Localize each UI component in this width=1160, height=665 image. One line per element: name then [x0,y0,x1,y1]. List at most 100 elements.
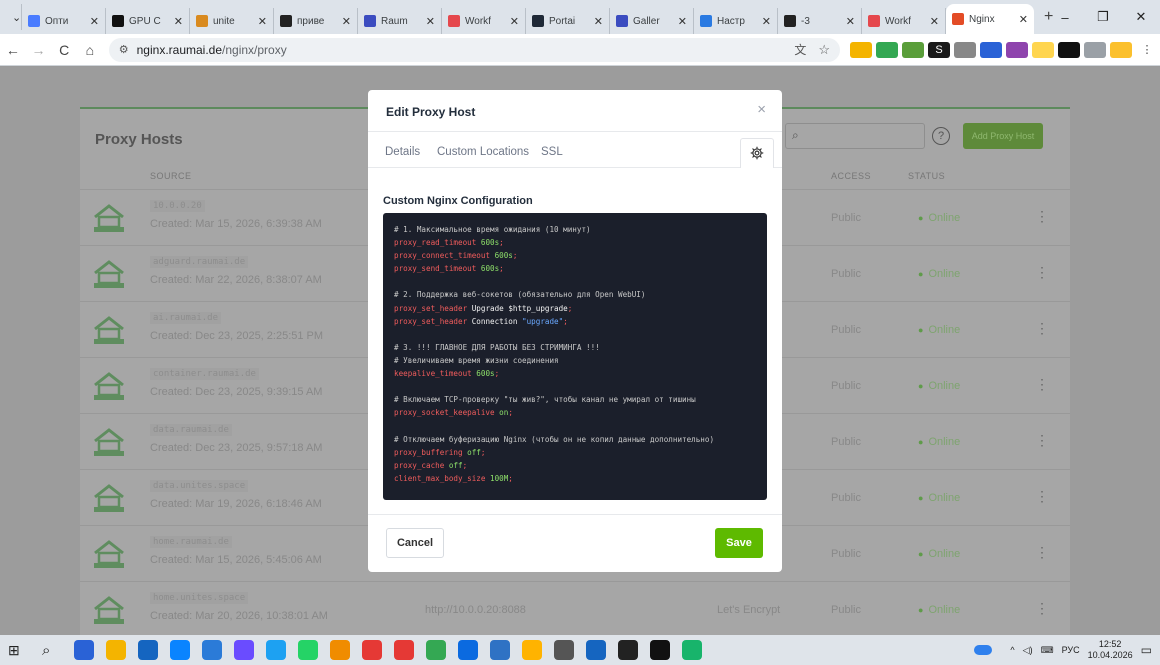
taskbar-app-icon[interactable] [234,640,254,660]
camera-icon[interactable] [954,41,977,58]
browser-tab[interactable]: Workf ✕ [442,8,526,34]
custom-nginx-config-editor[interactable]: # 1. Максимальное время ожидания (10 мин… [383,213,767,500]
browser-tab[interactable]: -3 ✕ [778,8,862,34]
tab-close-icon[interactable]: ✕ [168,15,183,28]
back-button[interactable]: ← [0,42,26,58]
tab-close-icon[interactable]: ✕ [1013,13,1028,26]
taskbar-app-icon[interactable] [170,640,190,660]
home-button[interactable]: ⌂ [77,42,103,58]
taskbar-app-icon[interactable] [586,640,606,660]
taskbar-app-icon[interactable] [490,640,510,660]
drive-icon[interactable] [876,41,899,58]
host-domain[interactable]: ai.raumai.de [150,312,222,324]
tab-close-icon[interactable]: ✕ [672,15,687,28]
row-menu-icon[interactable]: ⋮ [1035,432,1049,449]
row-menu-icon[interactable]: ⋮ [1035,320,1049,337]
taskbar-app-icon[interactable] [202,640,222,660]
browser-tab[interactable]: GPU C ✕ [106,8,190,34]
browser-tab[interactable]: Nginx ✕ [946,4,1034,34]
extension-icon[interactable] [980,41,1003,58]
extension-icon[interactable]: S [928,41,951,58]
site-settings-icon[interactable]: ⚙ [119,43,129,56]
tab-close-icon[interactable]: ✕ [420,15,435,28]
search-input[interactable]: ⌕ [785,123,925,149]
taskbar-app-icon[interactable] [650,640,670,660]
host-domain[interactable]: data.raumai.de [150,424,232,436]
host-domain[interactable]: container.raumai.de [150,368,259,380]
clock[interactable]: 12:52 10.04.2026 [1088,639,1133,661]
tab-close-icon[interactable]: ✕ [756,15,771,28]
profile-icon[interactable] [1110,41,1133,58]
row-menu-icon[interactable]: ⋮ [1035,544,1049,561]
chevron-up-icon[interactable]: ^ [1010,645,1014,655]
keyboard-icon[interactable]: ⌨ [1041,645,1054,656]
bolt-icon[interactable] [1032,41,1055,58]
search-icon[interactable]: ⌕ [42,642,62,659]
taskbar-app-icon[interactable] [330,640,350,660]
notification-icon[interactable]: ▭ [1141,643,1152,657]
volume-icon[interactable]: ◁) [1023,645,1033,656]
extension-icon[interactable] [902,41,925,58]
browser-tab[interactable]: Настр ✕ [694,8,778,34]
browser-tab[interactable]: Raum ✕ [358,8,442,34]
add-proxy-host-button[interactable]: Add Proxy Host [963,123,1043,149]
host-domain[interactable]: home.unites.space [150,592,249,604]
tab-custom-locations[interactable]: Custom Locations [437,146,529,158]
browser-tab[interactable]: Galler ✕ [610,8,694,34]
browser-tab[interactable]: Workf ✕ [862,8,946,34]
row-menu-icon[interactable]: ⋮ [1035,488,1049,505]
tab-close-icon[interactable]: ✕ [924,15,939,28]
cancel-button[interactable]: Cancel [386,528,444,558]
browser-tab[interactable]: unite ✕ [190,8,274,34]
tab-close-icon[interactable]: ✕ [504,15,519,28]
taskbar-app-icon[interactable] [138,640,158,660]
taskbar-app-icon[interactable] [362,640,382,660]
host-domain[interactable]: home.raumai.de [150,536,232,548]
tab-close-icon[interactable]: ✕ [840,15,855,28]
reload-button[interactable]: C [51,42,77,58]
puzzle-icon[interactable] [1084,41,1107,58]
close-window-icon[interactable]: ✕ [1122,9,1160,25]
taskbar-app-icon[interactable] [618,640,638,660]
extension-icon[interactable] [1058,41,1081,58]
start-icon[interactable]: ⊞ [8,642,28,659]
taskbar-app-icon[interactable] [426,640,446,660]
row-menu-icon[interactable]: ⋮ [1035,600,1049,617]
taskbar-app-icon[interactable] [106,640,126,660]
forward-button[interactable]: → [26,42,52,58]
taskbar-app-icon[interactable] [682,640,702,660]
translate-icon[interactable]: 文 [794,41,806,58]
tab-close-icon[interactable]: ✕ [336,15,351,28]
tab-search-dropdown[interactable]: ⌄ [0,4,22,30]
taskbar-app-icon[interactable] [298,640,318,660]
taskbar-app-icon[interactable] [458,640,478,660]
save-button[interactable]: Save [715,528,763,558]
row-menu-icon[interactable]: ⋮ [1035,264,1049,281]
taskbar-app-icon[interactable] [266,640,286,660]
onedrive-icon[interactable] [974,645,993,655]
row-menu-icon[interactable]: ⋮ [1035,208,1049,225]
host-domain[interactable]: adguard.raumai.de [150,256,249,268]
close-icon[interactable]: × [757,101,766,118]
extension-icon[interactable] [1006,41,1029,58]
host-domain[interactable]: data.unites.space [150,480,249,492]
taskbar-app-icon[interactable] [394,640,414,660]
table-row[interactable]: home.unites.space Created: Mar 20, 2026, … [80,581,1070,635]
browser-tab[interactable]: Опти ✕ [22,8,106,34]
tab-close-icon[interactable]: ✕ [84,15,99,28]
minimize-icon[interactable]: – [1046,10,1084,25]
tab-details[interactable]: Details [385,146,420,158]
restore-icon[interactable]: ❐ [1084,9,1122,25]
extension-icon[interactable] [850,41,873,58]
taskbar-app-icon[interactable] [522,640,542,660]
taskbar-app-icon[interactable] [74,640,94,660]
host-domain[interactable]: 10.0.0.20 [150,200,205,212]
browser-tab[interactable]: приве ✕ [274,8,358,34]
browser-tab[interactable]: Portai ✕ [526,8,610,34]
taskbar-app-icon[interactable] [554,640,574,660]
tab-close-icon[interactable]: ✕ [588,15,603,28]
tab-advanced[interactable] [740,138,774,168]
help-icon[interactable]: ? [932,127,950,145]
row-menu-icon[interactable]: ⋮ [1035,376,1049,393]
tab-ssl[interactable]: SSL [541,146,563,158]
